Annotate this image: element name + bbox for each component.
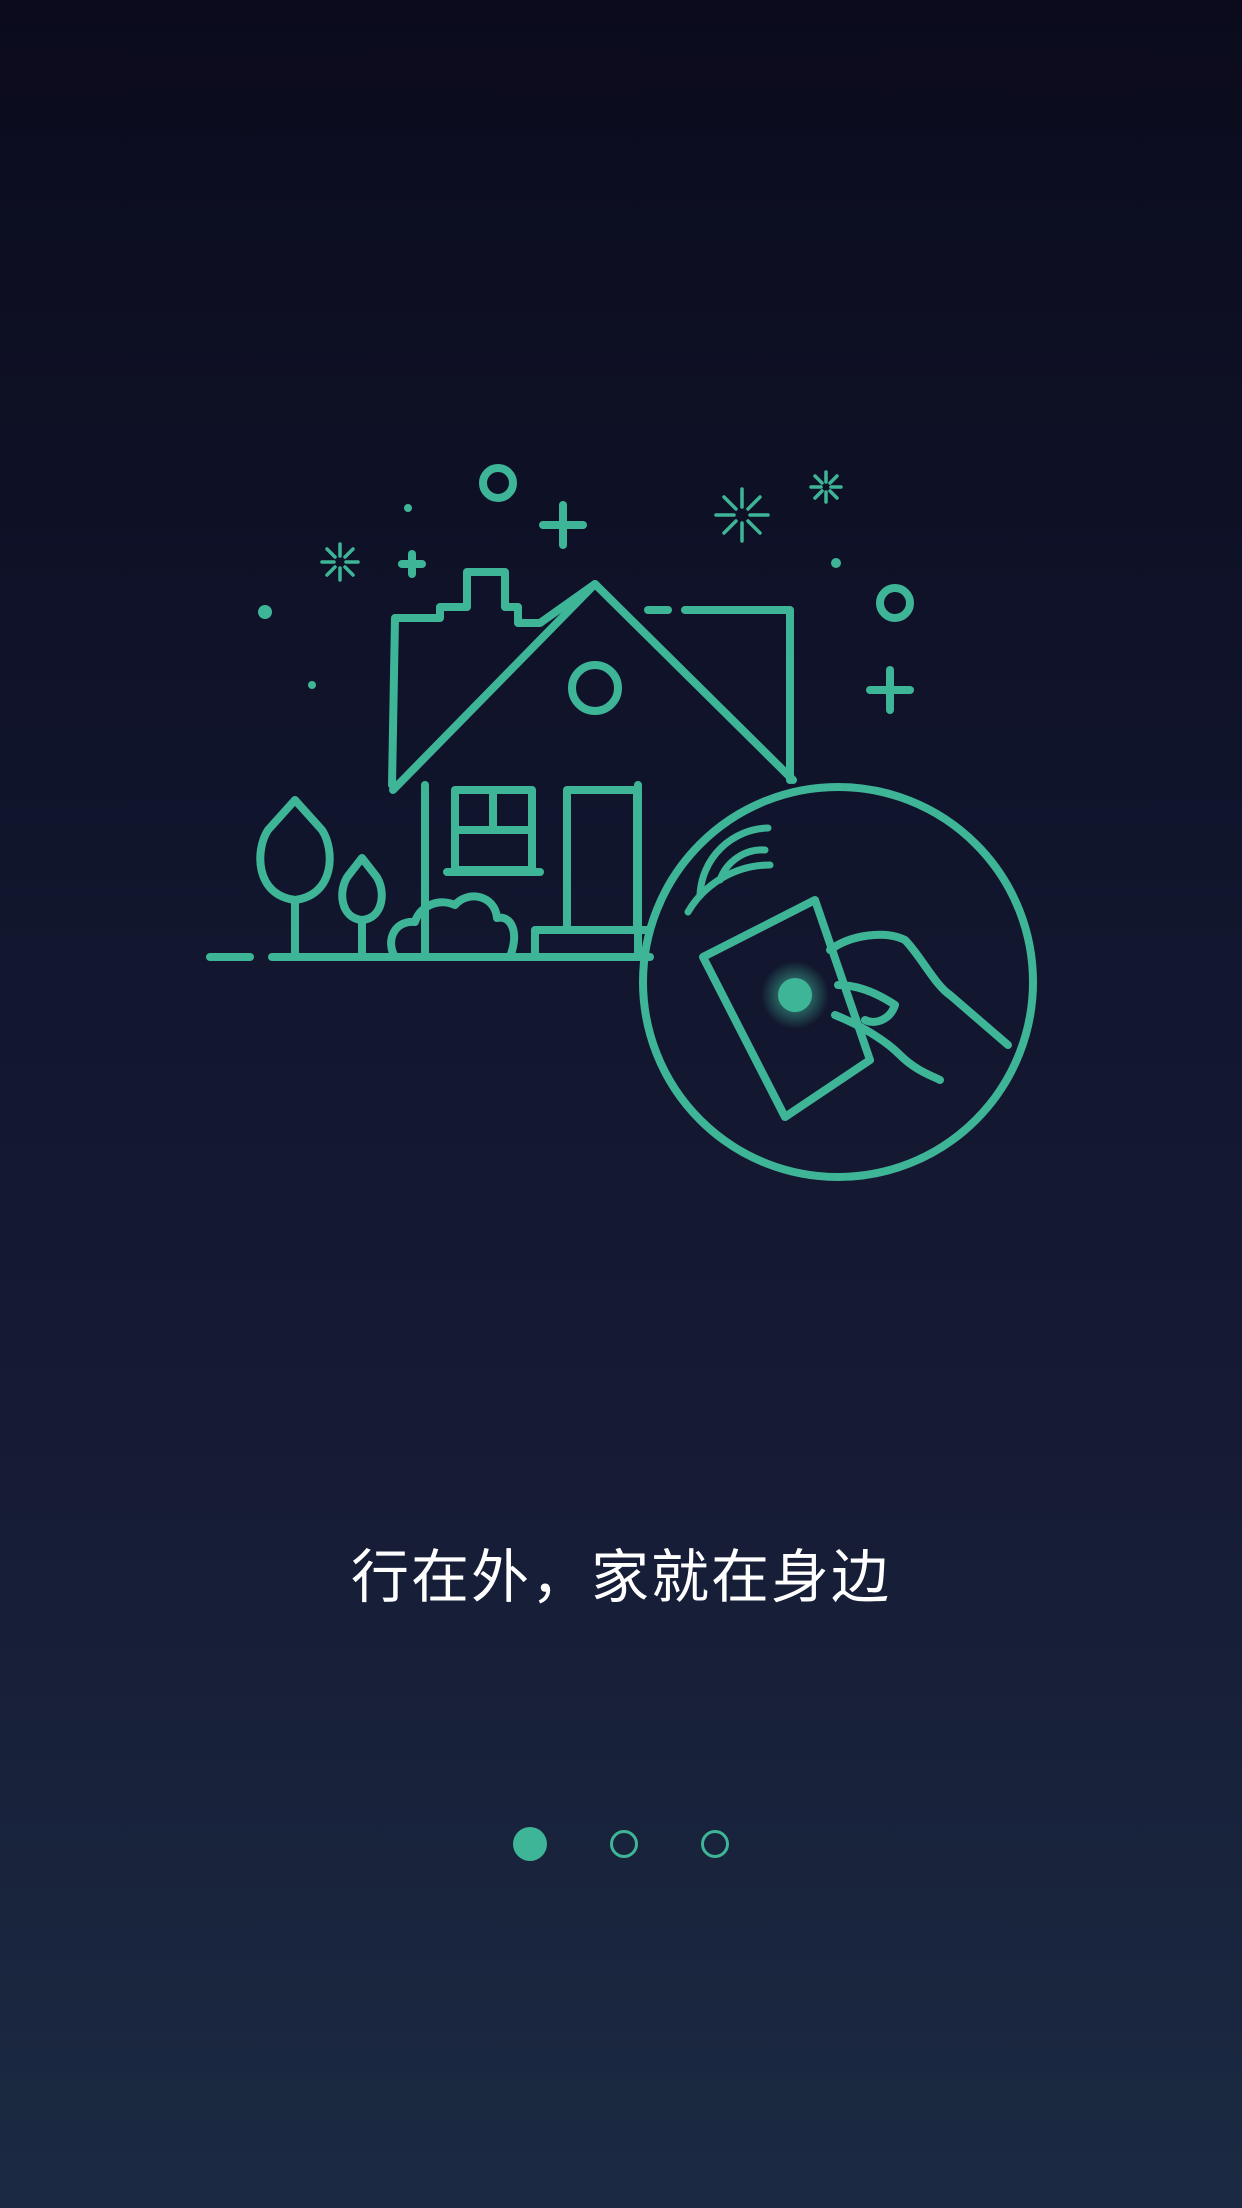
page-dot-3[interactable] [701,1830,729,1858]
page-dot-2[interactable] [610,1830,638,1858]
page-indicator[interactable] [0,1827,1242,1861]
smart-home-card-icon [206,464,1037,1181]
page-dot-1[interactable] [513,1827,547,1861]
onboarding-tagline: 行在外，家就在身边 [350,1543,891,1611]
